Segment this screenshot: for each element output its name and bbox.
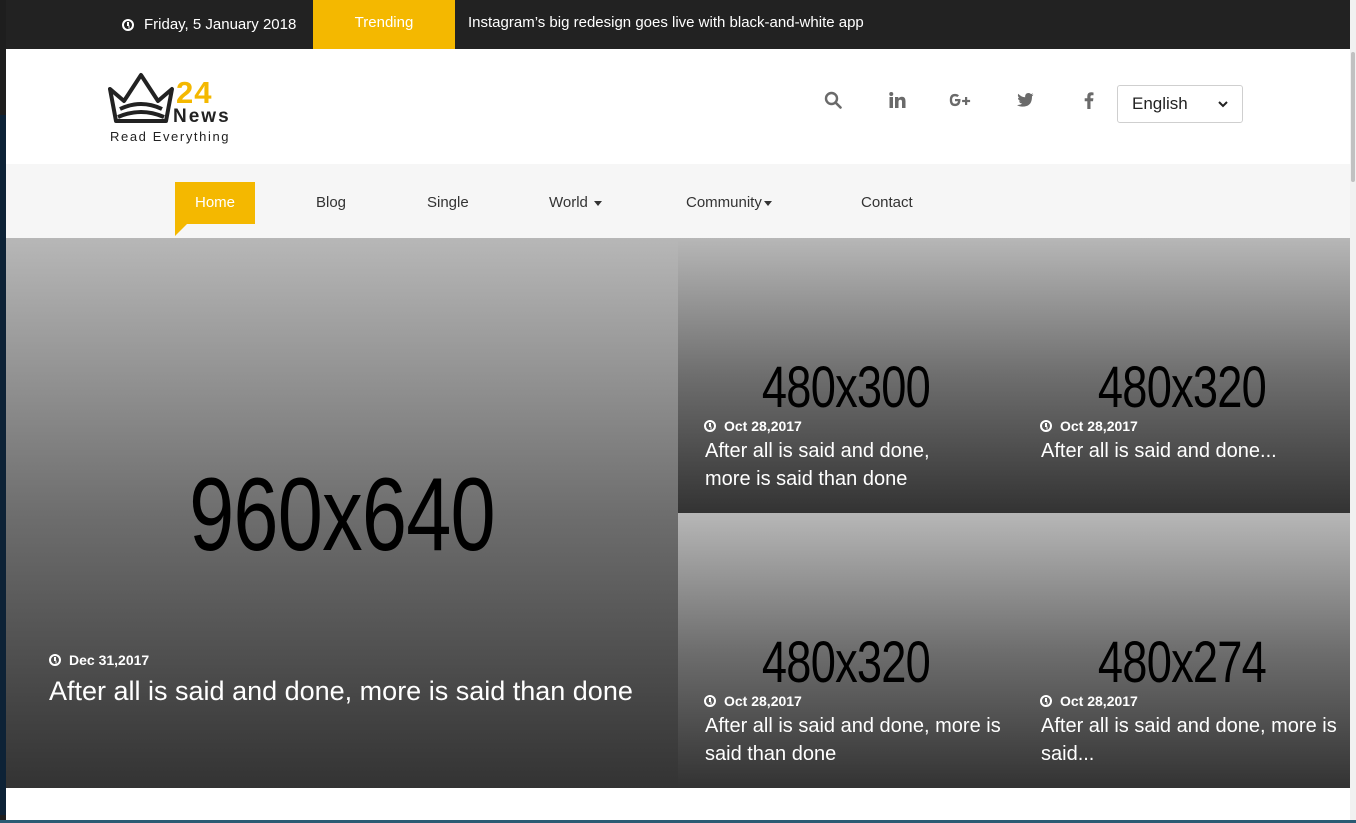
clock-icon (1040, 695, 1052, 707)
chevron-down-icon (1218, 100, 1228, 107)
nav-item-community[interactable]: Community (686, 182, 772, 224)
trending-headline-link[interactable]: Instagram’s big redesign goes live with … (468, 0, 864, 49)
search-icon[interactable] (801, 87, 865, 113)
post-date: Oct 28,2017 (704, 693, 802, 709)
clock-icon (704, 420, 716, 432)
header-icons (801, 87, 1121, 113)
site-logo[interactable]: 24 News Read Everything (106, 67, 246, 147)
image-placeholder-text: 480x300 (761, 355, 931, 420)
image-placeholder-text: 480x320 (1097, 355, 1267, 420)
nav-active-tail (175, 224, 187, 236)
twitter-icon[interactable] (993, 87, 1057, 113)
google-plus-icon[interactable] (929, 87, 993, 113)
post-title-link[interactable]: After all is said and done, more is said… (705, 712, 1010, 768)
post-title-link[interactable]: After all is said and done, more is said… (49, 674, 633, 708)
content-below-fold (6, 788, 1350, 820)
clock-icon (49, 654, 61, 666)
caret-down-icon (763, 200, 772, 206)
post-date-text: Oct 28,2017 (724, 418, 802, 434)
nav-item-world[interactable]: World (549, 182, 602, 224)
post-date: Oct 28,2017 (1040, 693, 1138, 709)
trending-label: Trending (313, 0, 455, 49)
post-title-link[interactable]: After all is said and done, more is said… (705, 437, 975, 493)
nav-item-single[interactable]: Single (427, 182, 469, 224)
post-date: Oct 28,2017 (1040, 418, 1138, 434)
post-date-text: Oct 28,2017 (1060, 418, 1138, 434)
linkedin-icon[interactable] (865, 87, 929, 113)
nav-item-contact[interactable]: Contact (861, 182, 913, 224)
image-placeholder-text: 480x320 (761, 630, 931, 695)
nav-item-world-label: World (549, 194, 588, 211)
featured-post-card[interactable]: 480x300 Oct 28,2017 After all is said an… (678, 238, 1014, 513)
clock-icon (1040, 420, 1052, 432)
post-date-text: Dec 31,2017 (69, 652, 150, 668)
image-placeholder-text: 480x274 (1097, 630, 1267, 695)
language-select-value: English (1132, 94, 1188, 113)
site-header: 24 News Read Everything English (6, 49, 1350, 164)
top-bar: Friday, 5 January 2018 Trending Instagra… (6, 0, 1350, 49)
image-placeholder-text: 960x640 (189, 457, 496, 573)
vertical-scrollbar[interactable] (1350, 0, 1356, 823)
featured-post-card[interactable]: 480x274 Oct 28,2017 After all is said an… (1014, 513, 1350, 788)
current-date: Friday, 5 January 2018 (122, 0, 296, 49)
featured-post-card[interactable]: 480x320 Oct 28,2017 After all is said an… (1014, 238, 1350, 513)
facebook-icon[interactable] (1057, 87, 1121, 113)
featured-post-main[interactable]: 960x640 Dec 31,2017 After all is said an… (6, 238, 678, 788)
caret-down-icon (593, 200, 602, 206)
nav-item-community-label: Community (686, 194, 762, 211)
language-select[interactable]: English (1117, 85, 1243, 123)
crown-logo-icon (108, 73, 174, 123)
clock-icon (704, 695, 716, 707)
scrollbar-thumb[interactable] (1351, 52, 1355, 182)
post-date: Oct 28,2017 (704, 418, 802, 434)
post-date-text: Oct 28,2017 (724, 693, 802, 709)
logo-tagline: Read Everything (110, 129, 231, 144)
main-navigation: Home Blog Single World Community Contact (6, 164, 1350, 238)
nav-item-blog[interactable]: Blog (316, 182, 346, 224)
logo-name: News (173, 106, 231, 127)
current-date-text: Friday, 5 January 2018 (144, 15, 297, 33)
featured-post-card[interactable]: 480x320 Oct 28,2017 After all is said an… (678, 513, 1014, 788)
post-date: Dec 31,2017 (49, 652, 149, 668)
clock-icon (122, 18, 134, 31)
post-date-text: Oct 28,2017 (1060, 693, 1138, 709)
logo-number: 24 (176, 75, 213, 110)
nav-item-home[interactable]: Home (175, 182, 256, 224)
post-title-link[interactable]: After all is said and done, more is said… (1041, 712, 1346, 768)
post-title-link[interactable]: After all is said and done... (1041, 437, 1341, 465)
